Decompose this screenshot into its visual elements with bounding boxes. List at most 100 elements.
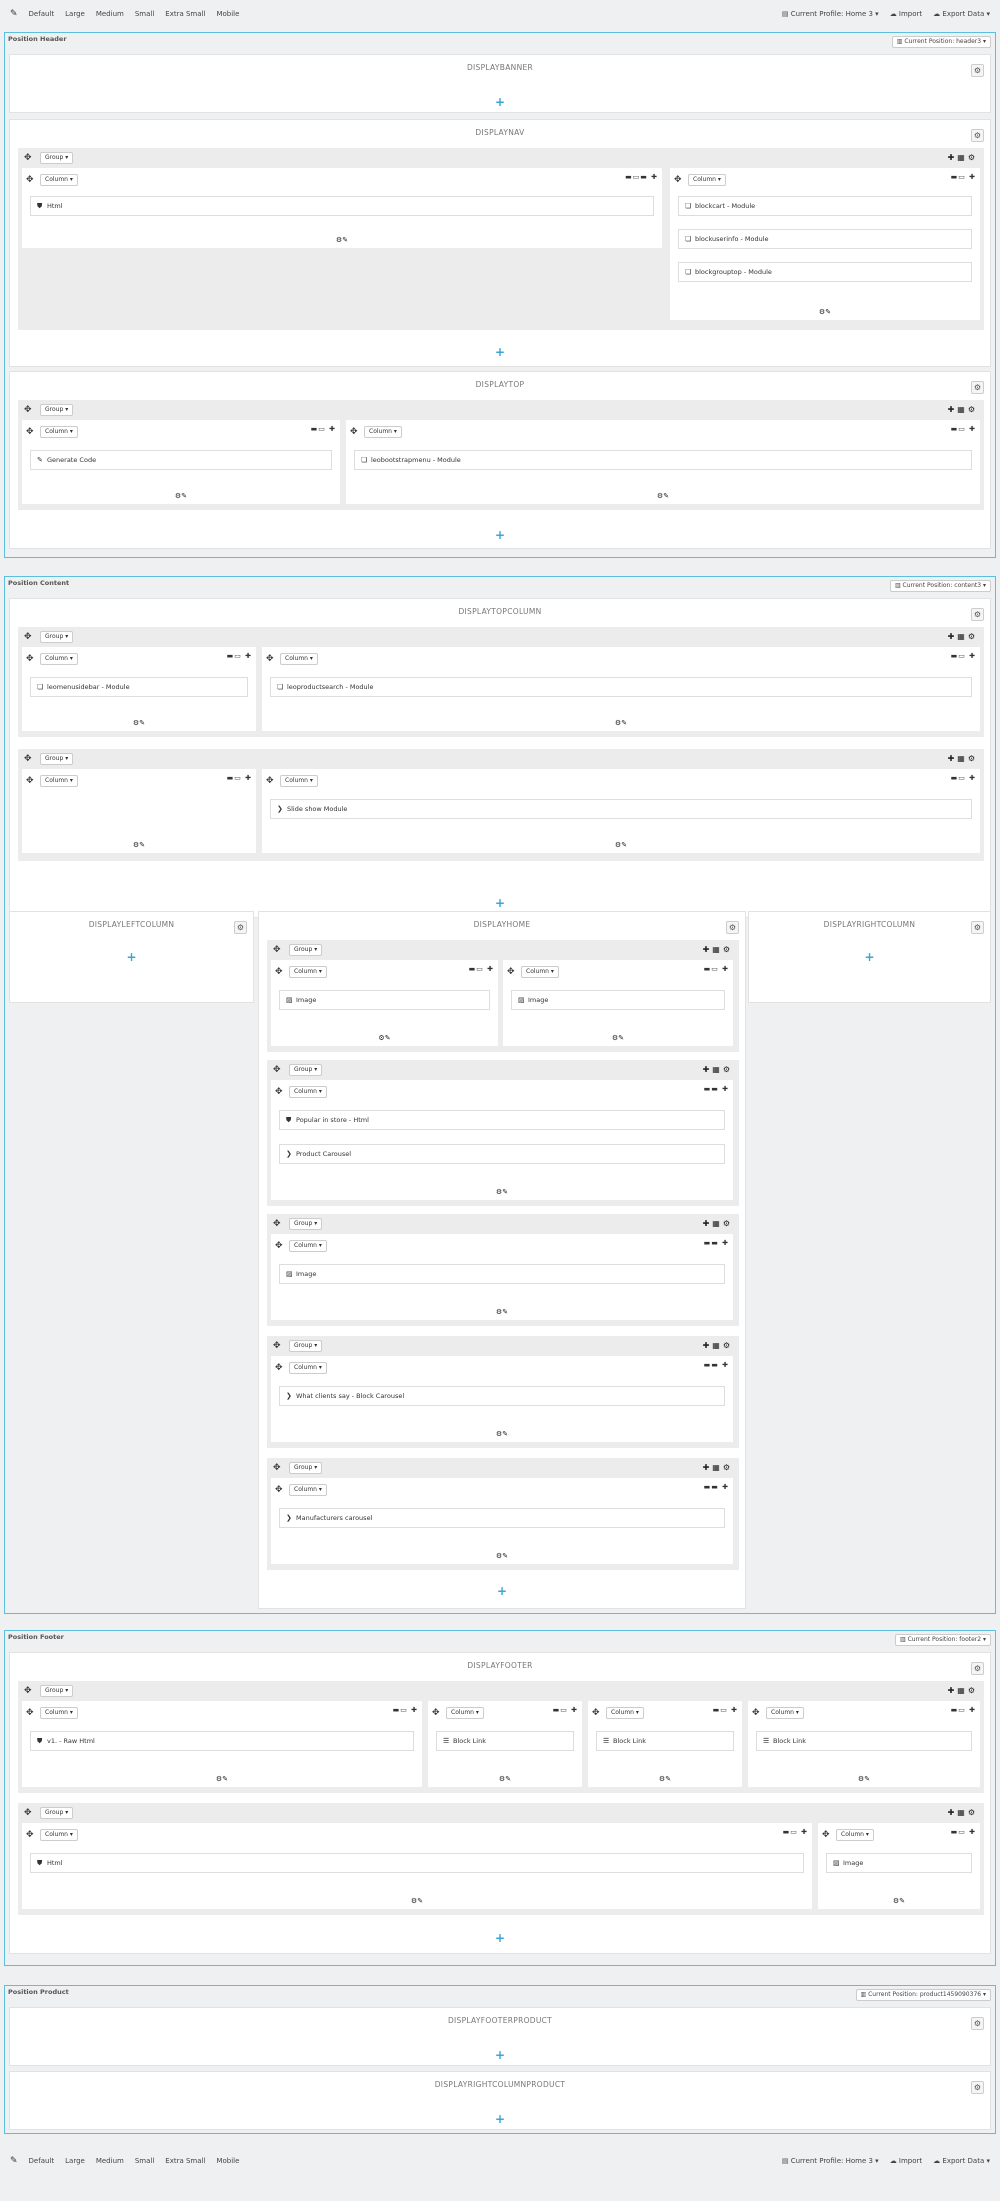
widget[interactable]: ❯ Slide show Module [270, 799, 972, 819]
column-dropdown[interactable]: Column ▾ [289, 1484, 327, 1496]
move-icon[interactable]: ✥ [24, 1808, 32, 1818]
group-dropdown[interactable]: Group ▾ [289, 1340, 323, 1352]
column-width-icon[interactable]: ▬▭ ✚ [783, 1828, 808, 1836]
column-width-icon[interactable]: ▬▬ ✚ [704, 1085, 729, 1093]
import-button[interactable]: ☁ Import [890, 10, 922, 18]
current-position-dropdown[interactable]: ▥ Current Position: footer2 ▾ [894, 1634, 991, 1646]
group-dropdown[interactable]: Group ▾ [289, 1462, 323, 1474]
column-actions-icon[interactable]: ⚙✎ [271, 1308, 733, 1316]
move-icon[interactable]: ✥ [432, 1708, 440, 1718]
move-icon[interactable]: ✥ [24, 153, 32, 163]
widget[interactable]: ⛊ Html [30, 196, 654, 216]
current-position-dropdown[interactable]: ▥ Current Position: product1459090376 ▾ [855, 1989, 991, 2001]
move-icon[interactable]: ✥ [24, 1686, 32, 1696]
column-actions-icon[interactable]: ⚙✎ [22, 719, 256, 727]
gear-icon[interactable]: ⚙ [234, 921, 247, 934]
gear-icon[interactable]: ⚙ [971, 129, 984, 142]
column-actions-icon[interactable]: ⚙✎ [271, 1034, 498, 1042]
group-dropdown[interactable]: Group ▾ [40, 1685, 74, 1697]
widget[interactable]: ⛊ v1. - Raw Html [30, 1731, 414, 1751]
device-large[interactable]: Large [65, 10, 85, 18]
column-actions-icon[interactable]: ⚙✎ [588, 1775, 742, 1783]
profile-dropdown[interactable]: ▤ Current Profile: Home 3 ▾ [782, 2157, 879, 2165]
column-width-icon[interactable]: ▬▭ ✚ [951, 774, 976, 782]
group-dropdown[interactable]: Group ▾ [40, 631, 74, 643]
group-tools-icon[interactable]: ✚▦⚙ [948, 754, 978, 763]
move-icon[interactable]: ✥ [350, 427, 358, 437]
column-width-icon[interactable]: ▬▭ ✚ [713, 1706, 738, 1714]
widget[interactable]: ❯ What clients say - Block Carousel [279, 1386, 725, 1406]
column-dropdown[interactable]: Column ▾ [280, 653, 318, 665]
column-width-icon[interactable]: ▬▭ ✚ [951, 652, 976, 660]
add-group-icon[interactable]: + [497, 1584, 507, 1598]
column-dropdown[interactable]: Column ▾ [289, 1240, 327, 1252]
pencil-icon[interactable]: ✎ [10, 9, 18, 19]
group-tools-icon[interactable]: ✚▦⚙ [948, 405, 978, 414]
add-group-icon[interactable]: + [864, 950, 874, 964]
group-dropdown[interactable]: Group ▾ [289, 944, 323, 956]
import-button[interactable]: ☁ Import [890, 2157, 922, 2165]
move-icon[interactable]: ✥ [273, 945, 281, 955]
widget[interactable]: ❏ blockcart - Module [678, 196, 972, 216]
group-tools-icon[interactable]: ✚▦⚙ [703, 945, 733, 954]
add-group-icon[interactable]: + [495, 95, 505, 109]
column-width-icon[interactable]: ▬▭▬ ✚ [625, 173, 658, 181]
column-width-icon[interactable]: ▬▭ ✚ [227, 652, 252, 660]
column-dropdown[interactable]: Column ▾ [280, 775, 318, 787]
group-tools-icon[interactable]: ✚▦⚙ [703, 1341, 733, 1350]
device-default[interactable]: Default [29, 10, 55, 18]
column-dropdown[interactable]: Column ▾ [836, 1829, 874, 1841]
column-width-icon[interactable]: ▬▭ ✚ [311, 425, 336, 433]
group-dropdown[interactable]: Group ▾ [289, 1064, 323, 1076]
add-group-icon[interactable]: + [495, 896, 505, 910]
column-actions-icon[interactable]: ⚙✎ [22, 841, 256, 849]
widget[interactable]: ❏ blockuserinfo - Module [678, 229, 972, 249]
device-medium[interactable]: Medium [96, 2157, 124, 2165]
move-icon[interactable]: ✥ [275, 1087, 283, 1097]
column-dropdown[interactable]: Column ▾ [766, 1707, 804, 1719]
column-width-icon[interactable]: ▬▭ ✚ [951, 425, 976, 433]
add-group-icon[interactable]: + [495, 1931, 505, 1945]
column-width-icon[interactable]: ▬▭ ✚ [951, 1828, 976, 1836]
widget[interactable]: ☰ Block Link [596, 1731, 734, 1751]
column-dropdown[interactable]: Column ▾ [40, 653, 78, 665]
group-tools-icon[interactable]: ✚▦⚙ [703, 1065, 733, 1074]
group-dropdown[interactable]: Group ▾ [40, 404, 74, 416]
gear-icon[interactable]: ⚙ [971, 381, 984, 394]
widget[interactable]: ❯ Product Carousel [279, 1144, 725, 1164]
column-actions-icon[interactable]: ⚙✎ [262, 841, 980, 849]
move-icon[interactable]: ✥ [273, 1341, 281, 1351]
column-actions-icon[interactable]: ⚙✎ [748, 1775, 980, 1783]
device-small[interactable]: Small [135, 10, 154, 18]
device-extra-small[interactable]: Extra Small [165, 2157, 205, 2165]
widget[interactable]: ☰ Block Link [756, 1731, 972, 1751]
device-extra-small[interactable]: Extra Small [165, 10, 205, 18]
group-tools-icon[interactable]: ✚▦⚙ [948, 632, 978, 641]
gear-icon[interactable]: ⚙ [971, 1662, 984, 1675]
widget[interactable]: ✎ Generate Code [30, 450, 332, 470]
column-dropdown[interactable]: Column ▾ [446, 1707, 484, 1719]
group-tools-icon[interactable]: ✚▦⚙ [703, 1219, 733, 1228]
device-small[interactable]: Small [135, 2157, 154, 2165]
column-actions-icon[interactable]: ⚙✎ [271, 1552, 733, 1560]
column-dropdown[interactable]: Column ▾ [364, 426, 402, 438]
widget[interactable]: ❏ leobootstrapmenu - Module [354, 450, 972, 470]
column-actions-icon[interactable]: ⚙✎ [670, 308, 980, 316]
group-dropdown[interactable]: Group ▾ [289, 1218, 323, 1230]
column-actions-icon[interactable]: ⚙✎ [262, 719, 980, 727]
column-width-icon[interactable]: ▬▬ ✚ [704, 1239, 729, 1247]
group-tools-icon[interactable]: ✚▦⚙ [948, 153, 978, 162]
widget[interactable]: ▨ Image [279, 1264, 725, 1284]
group-tools-icon[interactable]: ✚▦⚙ [948, 1686, 978, 1695]
add-group-icon[interactable]: + [495, 2048, 505, 2062]
move-icon[interactable]: ✥ [275, 1485, 283, 1495]
group-dropdown[interactable]: Group ▾ [40, 152, 74, 164]
group-tools-icon[interactable]: ✚▦⚙ [948, 1808, 978, 1817]
column-dropdown[interactable]: Column ▾ [606, 1707, 644, 1719]
widget[interactable]: ❏ blockgrouptop - Module [678, 262, 972, 282]
move-icon[interactable]: ✥ [822, 1830, 830, 1840]
group-dropdown[interactable]: Group ▾ [40, 1807, 74, 1819]
device-mobile[interactable]: Mobile [216, 10, 239, 18]
pencil-icon[interactable]: ✎ [10, 2156, 18, 2166]
column-dropdown[interactable]: Column ▾ [688, 174, 726, 186]
